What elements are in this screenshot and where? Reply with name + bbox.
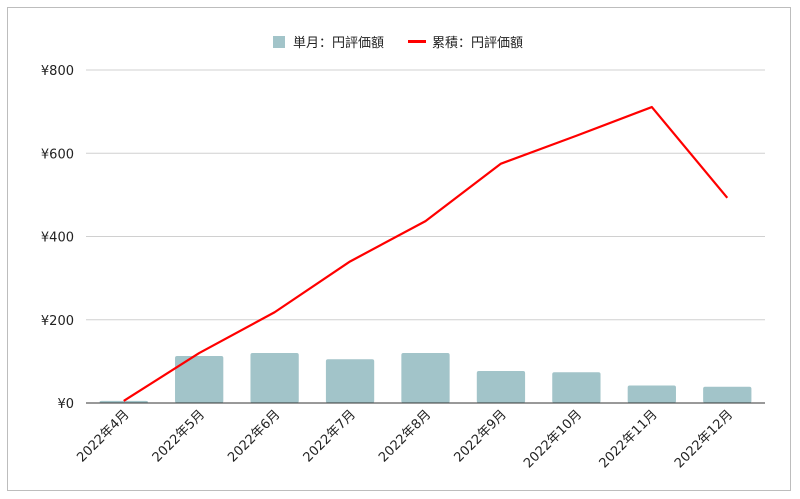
chart-frame: 単月：円評価額 累積：円評価額 ¥0 ¥200 ¥400 ¥600 ¥800 2022年… — [7, 7, 791, 491]
x-tick-label: 2022年7月 — [301, 407, 359, 465]
x-tick-label: 2022年10月 — [521, 407, 585, 471]
x-tick-label: 2022年6月 — [225, 407, 283, 465]
legend-swatch-cumulative — [408, 40, 426, 43]
x-tick-label: 2022年12月 — [672, 407, 736, 471]
bar-monthly — [325, 359, 375, 403]
x-tick-label: 2022年4月 — [74, 407, 132, 465]
legend-label-monthly: 単月：円評価額 — [293, 35, 384, 51]
bar-monthly — [703, 386, 752, 403]
y-tick-label: ¥600 — [41, 147, 74, 162]
legend-swatch-monthly — [273, 36, 285, 48]
legend: 単月：円評価額 累積：円評価額 — [273, 35, 523, 51]
y-tick-label: ¥800 — [41, 64, 74, 79]
x-tick-label: 2022年9月 — [452, 407, 510, 465]
x-axis-tick-labels: 2022年4月 2022年5月 2022年6月 2022年7月 2022年8月 2022年… — [74, 407, 736, 471]
x-tick-label: 2022年5月 — [150, 407, 208, 465]
bar-monthly — [476, 370, 526, 403]
y-tick-label: ¥400 — [41, 231, 74, 246]
chart: 単月：円評価額 累積：円評価額 ¥0 ¥200 ¥400 ¥600 ¥800 2022年… — [41, 35, 765, 471]
y-tick-label: ¥0 — [57, 397, 74, 412]
y-axis-tick-labels: ¥0 ¥200 ¥400 ¥600 ¥800 — [41, 64, 74, 412]
monthly-bars — [99, 353, 752, 403]
bar-monthly — [401, 353, 450, 403]
x-tick-label: 2022年8月 — [376, 407, 434, 465]
gridlines — [86, 69, 765, 321]
bar-monthly — [250, 353, 299, 403]
bar-monthly — [552, 372, 601, 403]
bar-monthly — [627, 385, 676, 403]
y-tick-label: ¥200 — [41, 314, 74, 329]
legend-label-cumulative: 累積：円評価額 — [432, 36, 523, 51]
x-tick-label: 2022年11月 — [597, 407, 661, 471]
